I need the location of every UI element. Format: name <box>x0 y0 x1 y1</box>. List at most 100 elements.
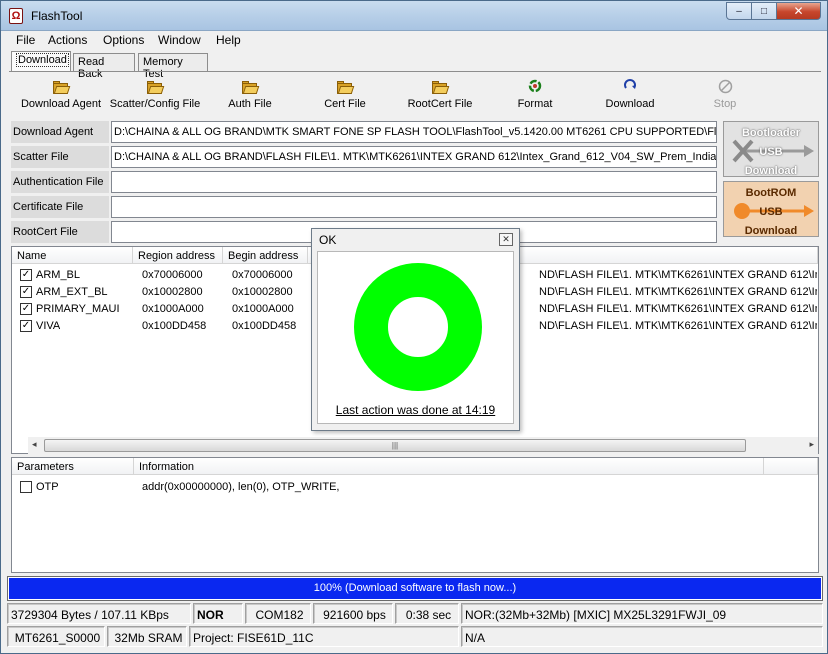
minimize-button[interactable]: – <box>726 2 752 20</box>
bootloader-usb-download-button[interactable]: Bootloader USB Download <box>723 121 819 177</box>
scroll-left-icon[interactable]: ◂ <box>32 439 37 450</box>
row-checkbox[interactable]: ✓ <box>20 303 32 315</box>
folder-open-icon <box>147 80 165 94</box>
scatter-file-label: Scatter File <box>11 146 109 168</box>
folder-open-icon <box>242 80 260 94</box>
status-chip: MT6261_S0000 <box>7 626 105 647</box>
tab-memory-test-label: Memory Test <box>143 56 183 80</box>
region-address: 0x10002800 <box>142 286 203 298</box>
rom-file-path: ND\FLASH FILE\1. MTK\MTK6261\INTEX GRAND… <box>539 269 817 281</box>
cert-file-button-label: Cert File <box>324 98 366 110</box>
download-agent-path-field[interactable]: D:\CHAINA & ALL OG BRAND\MTK SMART FONE … <box>111 121 717 143</box>
close-button[interactable]: ✕ <box>777 2 821 20</box>
download-agent-button[interactable]: Download Agent <box>13 79 109 110</box>
download-progress-bar: 100% (Download software to flash now...) <box>7 576 823 601</box>
scrollbar-thumb[interactable]: ||| <box>44 439 746 452</box>
bootloader-usb-download-label: Bootloader USB Download <box>741 127 801 177</box>
ok-dialog[interactable]: OK ✕ Last action was done at 14:19 <box>311 228 520 431</box>
download-arrow-icon <box>622 79 638 95</box>
rom-name: ARM_EXT_BL <box>36 286 108 298</box>
window-title: FlashTool <box>31 9 83 23</box>
dialog-close-button[interactable]: ✕ <box>499 233 513 246</box>
rom-file-path: ND\FLASH FILE\1. MTK\MTK6261\INTEX GRAND… <box>539 320 817 332</box>
flashtool-window: Ω FlashTool – □ ✕ File Actions Options W… <box>0 0 828 654</box>
rootcert-file-button[interactable]: RootCert File <box>392 79 488 110</box>
menu-bar: File Actions Options Window Help <box>2 31 826 50</box>
menu-help[interactable]: Help <box>216 33 241 47</box>
tab-download-label: Download <box>16 53 69 67</box>
status-extra: N/A <box>461 626 823 647</box>
menu-file[interactable]: File <box>16 33 35 47</box>
status-project: Project: FISE61D_11C <box>189 626 459 647</box>
auth-file-button-label: Auth File <box>228 98 272 110</box>
row-checkbox[interactable]: ✓ <box>20 320 32 332</box>
menu-actions[interactable]: Actions <box>48 33 87 47</box>
stop-icon <box>717 79 733 95</box>
status-flash-info: NOR:(32Mb+32Mb) [MXIC] MX25L3291FWJI_09 <box>461 603 823 624</box>
tab-read-back-label: Read Back <box>78 56 105 80</box>
format-button-label: Format <box>517 98 553 110</box>
format-icon <box>527 79 543 95</box>
success-ring-icon <box>354 263 482 391</box>
title-bar[interactable]: Ω FlashTool – □ ✕ <box>1 1 827 31</box>
region-address: 0x1000A000 <box>142 303 204 315</box>
rom-name: PRIMARY_MAUI <box>36 303 120 315</box>
auth-file-button[interactable]: Auth File <box>202 79 298 110</box>
scatter-config-file-button[interactable]: Scatter/Config File <box>107 79 203 110</box>
dialog-title: OK <box>319 233 337 247</box>
column-header-name[interactable]: Name <box>12 247 133 264</box>
status-storage-type: NOR <box>193 603 243 624</box>
begin-address: 0x100DD458 <box>232 320 297 332</box>
certificate-file-label: Certificate File <box>11 196 109 218</box>
format-button[interactable]: Format <box>487 79 583 110</box>
rom-file-path: ND\FLASH FILE\1. MTK\MTK6261\INTEX GRAND… <box>539 303 817 315</box>
scroll-right-icon[interactable]: ▸ <box>809 439 814 450</box>
download-button[interactable]: Download <box>582 79 678 110</box>
download-button-label: Download <box>605 98 655 110</box>
row-checkbox[interactable]: ✓ <box>20 286 32 298</box>
folder-open-icon <box>53 80 71 94</box>
parameter-info: addr(0x00000000), len(0), OTP_WRITE, <box>142 481 340 493</box>
row-checkbox[interactable]: ✓ <box>20 269 32 281</box>
parameters-table: Parameters Information OTP addr(0x000000… <box>11 457 819 573</box>
begin-address: 0x10002800 <box>232 286 293 298</box>
tab-memory-test[interactable]: Memory Test <box>138 53 208 80</box>
rom-name: VIVA <box>36 320 61 332</box>
certificate-file-path-field[interactable] <box>111 196 717 218</box>
column-header-information[interactable]: Information <box>134 458 764 475</box>
column-header-begin-address[interactable]: Begin address <box>223 247 308 264</box>
download-agent-button-label: Download Agent <box>20 98 102 110</box>
cert-file-button[interactable]: Cert File <box>297 79 393 110</box>
dialog-message: Last action was done at 14:19 <box>335 403 496 417</box>
maximize-button[interactable]: □ <box>752 2 777 20</box>
column-header-parameters[interactable]: Parameters <box>12 458 134 475</box>
status-elapsed-time: 0:38 sec <box>395 603 459 624</box>
rom-file-path: ND\FLASH FILE\1. MTK\MTK6261\INTEX GRAND… <box>539 286 817 298</box>
table-row[interactable]: OTP addr(0x00000000), len(0), OTP_WRITE, <box>12 478 818 495</box>
rootcert-file-button-label: RootCert File <box>407 98 473 110</box>
horizontal-scrollbar[interactable]: ◂ ||| ▸ <box>28 437 818 454</box>
authentication-file-path-field[interactable] <box>111 171 717 193</box>
tab-download[interactable]: Download <box>11 51 71 71</box>
download-agent-label: Download Agent <box>11 121 109 143</box>
status-transfer-rate: 3729304 Bytes / 107.11 KBps <box>7 603 191 624</box>
begin-address: 0x70006000 <box>232 269 293 281</box>
bootrom-usb-download-label: BootROM USB Download <box>744 187 798 237</box>
scatter-config-file-button-label: Scatter/Config File <box>109 98 201 110</box>
column-header-extra[interactable] <box>764 458 818 475</box>
region-address: 0x70006000 <box>142 269 203 281</box>
begin-address: 0x1000A000 <box>232 303 294 315</box>
tab-read-back[interactable]: Read Back <box>73 53 135 80</box>
rom-name: ARM_BL <box>36 269 81 281</box>
scatter-file-path-field[interactable]: D:\CHAINA & ALL OG BRAND\FLASH FILE\1. M… <box>111 146 717 168</box>
menu-options[interactable]: Options <box>103 33 144 47</box>
column-header-region-address[interactable]: Region address <box>133 247 223 264</box>
status-baud-rate: 921600 bps <box>313 603 393 624</box>
otp-checkbox[interactable] <box>20 481 32 493</box>
menu-window[interactable]: Window <box>158 33 201 47</box>
stop-button-label: Stop <box>713 98 737 110</box>
bootrom-usb-download-button[interactable]: BootROM USB Download <box>723 181 819 237</box>
rootcert-file-label: RootCert File <box>11 221 109 243</box>
status-com-port: COM182 <box>245 603 311 624</box>
stop-button[interactable]: Stop <box>677 79 773 110</box>
